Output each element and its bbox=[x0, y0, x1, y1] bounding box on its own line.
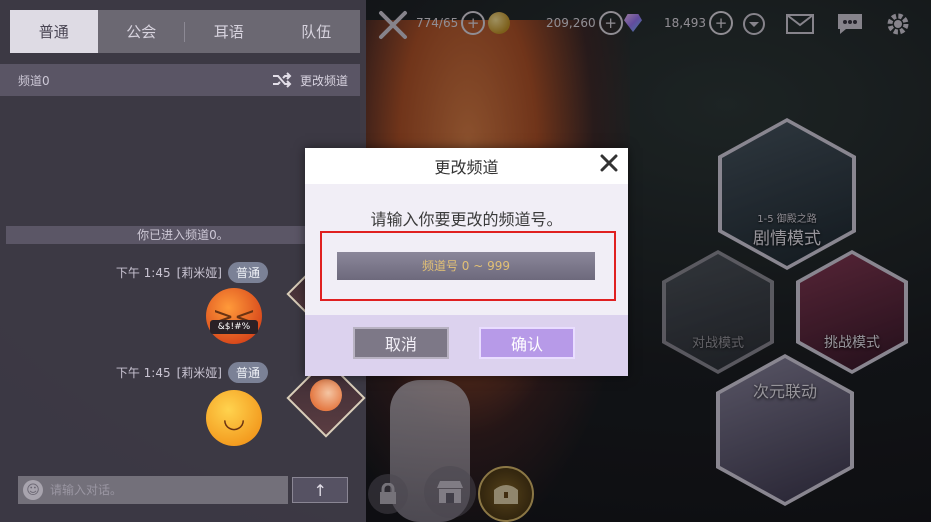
change-channel-label: 更改频道 bbox=[299, 73, 348, 88]
confirm-button[interactable]: 确认 bbox=[479, 327, 575, 359]
chat-tabs: 普通 公会 耳语 队伍 bbox=[10, 10, 360, 53]
message-time: 下午 1:45 bbox=[115, 266, 171, 280]
change-channel-dialog: 更改频道 请输入你要更改的频道号。 取消 确认 bbox=[305, 148, 628, 376]
tab-guild[interactable]: 公会 bbox=[98, 10, 185, 53]
avatar-portrait bbox=[303, 372, 349, 418]
angry-emoji-icon: >< &$!#% bbox=[206, 288, 262, 344]
tab-whisper-label: 耳语 bbox=[213, 23, 244, 41]
channel-number-input[interactable] bbox=[337, 252, 595, 280]
message-sender[interactable]: [莉米娅] bbox=[177, 364, 222, 381]
current-channel: 频道0 bbox=[18, 73, 50, 88]
chat-input[interactable] bbox=[18, 476, 289, 504]
channel-bar: 频道0 更改频道 bbox=[0, 64, 360, 96]
emoji-picker-icon[interactable]: ☺ bbox=[23, 480, 43, 500]
channel-badge: 普通 bbox=[227, 262, 268, 283]
tab-general[interactable]: 普通 bbox=[10, 10, 98, 53]
chat-input-bar: ☺ ↑ bbox=[18, 476, 348, 504]
shuffle-icon bbox=[272, 72, 292, 88]
dialog-footer: 取消 确认 bbox=[305, 315, 628, 376]
message-header: 下午 1:45 [莉米娅] 普通 bbox=[116, 262, 268, 283]
tab-general-label: 普通 bbox=[38, 23, 69, 41]
send-button[interactable]: ↑ bbox=[292, 477, 348, 503]
censored-text: &$!#% bbox=[210, 320, 258, 334]
channel-badge: 普通 bbox=[227, 362, 268, 383]
tab-team[interactable]: 队伍 bbox=[273, 10, 361, 53]
dialog-prompt: 请输入你要更改的频道号。 bbox=[370, 210, 563, 229]
message-time: 下午 1:45 bbox=[115, 366, 171, 380]
tab-whisper[interactable]: 耳语 bbox=[185, 10, 273, 53]
message-sender[interactable]: [莉米娅] bbox=[177, 264, 222, 281]
smile-face: ◡ bbox=[222, 404, 246, 434]
hug-emoji-icon: ◡ bbox=[206, 390, 262, 446]
cancel-button[interactable]: 取消 bbox=[353, 327, 449, 359]
message-header: 下午 1:45 [莉米娅] 普通 bbox=[116, 362, 268, 383]
change-channel-button[interactable]: 更改频道 bbox=[272, 72, 348, 89]
arrow-up-icon: ↑ bbox=[313, 480, 327, 500]
tab-guild-label: 公会 bbox=[126, 23, 157, 41]
close-icon[interactable] bbox=[596, 150, 622, 176]
dialog-title: 更改频道 bbox=[434, 158, 499, 177]
tab-team-label: 队伍 bbox=[301, 23, 332, 41]
dialog-header: 更改频道 bbox=[305, 148, 628, 184]
